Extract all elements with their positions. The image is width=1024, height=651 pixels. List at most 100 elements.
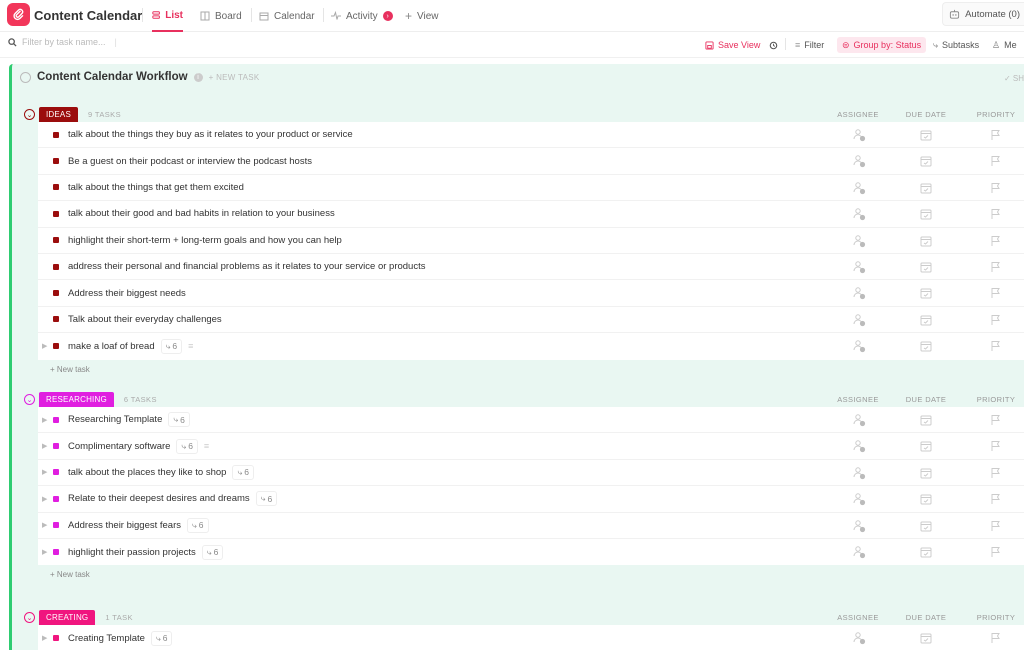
chevron-right-icon[interactable]: › <box>382 11 393 21</box>
status-square-icon[interactable] <box>53 316 59 323</box>
task-row[interactable]: ▶ Address their biggest fears ⤷ 6 <box>38 513 1024 539</box>
subtask-count[interactable]: ⤷ 6 <box>176 438 198 454</box>
assign-user-icon[interactable] <box>852 260 866 274</box>
task-name[interactable]: Be a guest on their podcast or interview… <box>68 156 312 167</box>
calendar-icon[interactable] <box>919 207 933 221</box>
add-task-button[interactable]: + New task <box>50 570 90 579</box>
flag-icon[interactable] <box>989 545 1003 559</box>
status-square-icon[interactable] <box>53 443 59 450</box>
task-row[interactable]: Address their biggest needs <box>38 280 1024 307</box>
task-name[interactable]: Complimentary software <box>68 441 170 452</box>
expand-caret-icon[interactable]: ▶ <box>42 342 47 350</box>
flag-icon[interactable] <box>989 466 1003 480</box>
calendar-icon[interactable] <box>919 545 933 559</box>
assign-user-icon[interactable] <box>852 154 866 168</box>
calendar-icon[interactable] <box>919 466 933 480</box>
task-row[interactable]: highlight their short-term + long-term g… <box>38 228 1024 254</box>
collapse-group-toggle[interactable]: ⌄ <box>24 394 35 405</box>
collapse-list-toggle[interactable] <box>20 71 31 83</box>
status-square-icon[interactable] <box>53 237 59 244</box>
column-header-priority[interactable]: PRIORITY <box>956 395 1024 404</box>
task-name[interactable]: talk about the places they like to shop <box>68 467 226 478</box>
assign-user-icon[interactable] <box>852 466 866 480</box>
calendar-icon[interactable] <box>919 339 933 353</box>
task-name[interactable]: talk about the things that get them exci… <box>68 182 244 193</box>
task-name[interactable]: highlight their short-term + long-term g… <box>68 235 342 246</box>
status-square-icon[interactable] <box>53 290 59 297</box>
task-row[interactable]: Talk about their everyday challenges <box>38 307 1024 334</box>
task-name[interactable]: address their personal and financial pro… <box>68 261 425 272</box>
status-square-icon[interactable] <box>53 495 59 502</box>
subtasks-button[interactable]: ⤷ Subtasks <box>933 37 979 53</box>
status-badge[interactable]: RESEARCHING <box>39 392 114 407</box>
filter-input[interactable]: Filter by task name... | <box>8 37 117 47</box>
assign-user-icon[interactable] <box>852 207 866 221</box>
flag-icon[interactable] <box>989 234 1003 248</box>
status-square-icon[interactable] <box>53 549 59 556</box>
assign-user-icon[interactable] <box>852 439 866 453</box>
collapse-group-toggle[interactable]: ⌄ <box>24 109 35 120</box>
status-square-icon[interactable] <box>53 469 59 476</box>
expand-caret-icon[interactable]: ▶ <box>42 521 47 529</box>
subtask-count[interactable]: ⤷ 6 <box>201 544 224 560</box>
task-row[interactable]: talk about the things they buy as it rel… <box>38 122 1024 149</box>
calendar-icon[interactable] <box>919 286 933 300</box>
task-row[interactable]: address their personal and financial pro… <box>38 254 1024 281</box>
calendar-icon[interactable] <box>919 128 933 142</box>
flag-icon[interactable] <box>989 207 1003 221</box>
flag-icon[interactable] <box>989 181 1003 195</box>
info-icon[interactable]: i <box>193 72 203 82</box>
assign-user-icon[interactable] <box>852 181 866 195</box>
calendar-icon[interactable] <box>919 234 933 248</box>
subtask-count[interactable]: ⤷ 6 <box>232 464 254 480</box>
calendar-icon[interactable] <box>919 260 933 274</box>
show-closed-toggle[interactable]: ✓ SH <box>1004 74 1024 83</box>
calendar-icon[interactable] <box>919 439 933 453</box>
expand-caret-icon[interactable]: ▶ <box>42 634 47 642</box>
expand-caret-icon[interactable]: ▶ <box>42 548 47 556</box>
column-header-due-date[interactable]: DUE DATE <box>886 110 966 119</box>
column-header-priority[interactable]: PRIORITY <box>956 110 1024 119</box>
status-square-icon[interactable] <box>53 131 59 138</box>
history-button[interactable] <box>769 37 778 53</box>
task-name[interactable]: Researching Template <box>68 414 162 425</box>
task-name[interactable]: Relate to their deepest desires and drea… <box>68 493 250 504</box>
status-square-icon[interactable] <box>53 416 59 423</box>
task-row[interactable]: ▶ highlight their passion projects ⤷ 6 <box>38 539 1024 565</box>
task-row[interactable]: Be a guest on their podcast or interview… <box>38 148 1024 175</box>
expand-caret-icon[interactable]: ▶ <box>42 468 47 476</box>
flag-icon[interactable] <box>989 631 1003 645</box>
collapse-group-toggle[interactable]: ⌄ <box>24 612 35 623</box>
task-row[interactable]: ▶ make a loaf of bread ⤷ 6 ≡ <box>38 333 1024 359</box>
assign-user-icon[interactable] <box>852 313 866 327</box>
group-by-button[interactable]: ⊜ Group by: Status <box>837 37 927 53</box>
tab-activity[interactable]: Activity › <box>331 0 393 32</box>
flag-icon[interactable] <box>989 313 1003 327</box>
expand-caret-icon[interactable]: ▶ <box>42 442 47 450</box>
status-square-icon[interactable] <box>53 522 59 529</box>
assign-user-icon[interactable] <box>852 128 866 142</box>
calendar-icon[interactable] <box>919 631 933 645</box>
task-row[interactable]: talk about their good and bad habits in … <box>38 201 1024 228</box>
assign-user-icon[interactable] <box>852 413 866 427</box>
expand-caret-icon[interactable]: ▶ <box>42 416 47 424</box>
calendar-icon[interactable] <box>919 519 933 533</box>
task-name[interactable]: talk about the things they buy as it rel… <box>68 129 353 140</box>
assign-user-icon[interactable] <box>852 286 866 300</box>
assign-user-icon[interactable] <box>852 339 866 353</box>
subtask-count[interactable]: ⤷ 6 <box>160 338 183 354</box>
tab-board[interactable]: Board <box>200 0 242 32</box>
flag-icon[interactable] <box>989 413 1003 427</box>
task-name[interactable]: talk about their good and bad habits in … <box>68 208 335 219</box>
status-square-icon[interactable] <box>53 184 59 191</box>
flag-icon[interactable] <box>989 286 1003 300</box>
task-row[interactable]: ▶ talk about the places they like to sho… <box>38 460 1024 487</box>
flag-icon[interactable] <box>989 154 1003 168</box>
flag-icon[interactable] <box>989 260 1003 274</box>
calendar-icon[interactable] <box>919 154 933 168</box>
status-square-icon[interactable] <box>53 158 59 165</box>
flag-icon[interactable] <box>989 128 1003 142</box>
task-row[interactable]: ▶ Relate to their deepest desires and dr… <box>38 486 1024 513</box>
subtask-count[interactable]: ⤷ 6 <box>150 630 173 646</box>
expand-caret-icon[interactable]: ▶ <box>42 495 47 503</box>
